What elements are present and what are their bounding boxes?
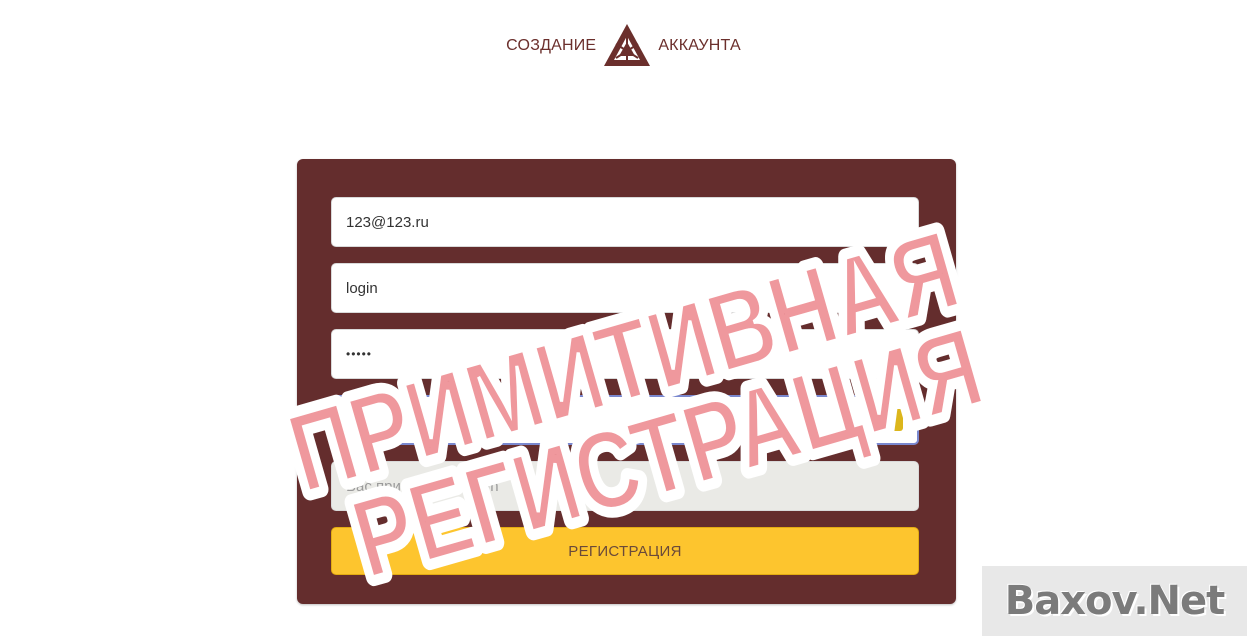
invited-by-field[interactable]: Вас пригласил: Admin <box>331 461 919 511</box>
register-button[interactable]: РЕГИСТРАЦИЯ <box>331 527 919 575</box>
watermark: Baxov.Net <box>982 566 1247 636</box>
page-header: СОЗДАНИЕ АККАУНТА <box>0 22 1247 70</box>
key-icon <box>877 413 896 427</box>
password-confirm-field[interactable]: ••••• <box>331 395 919 445</box>
email-value: 123@123.ru <box>346 213 429 231</box>
login-field[interactable]: login <box>331 263 919 313</box>
password-manager-button[interactable] <box>871 409 903 431</box>
email-field[interactable]: 123@123.ru <box>331 197 919 247</box>
triangle-emblem-icon <box>604 24 651 66</box>
header-title-left: СОЗДАНИЕ <box>506 37 597 54</box>
watermark-text: Baxov.Net <box>1004 578 1225 624</box>
registration-panel: 123@123.ru login ••••• ••••• Вас приглас… <box>297 159 956 604</box>
password-confirm-value: ••••• <box>347 413 374 427</box>
password-value: ••••• <box>346 347 373 361</box>
login-value: login <box>346 279 378 297</box>
invited-by-value: Вас пригласил: Admin <box>346 477 499 495</box>
password-field[interactable]: ••••• <box>331 329 919 379</box>
header-title-right: АККАУНТА <box>658 37 741 54</box>
